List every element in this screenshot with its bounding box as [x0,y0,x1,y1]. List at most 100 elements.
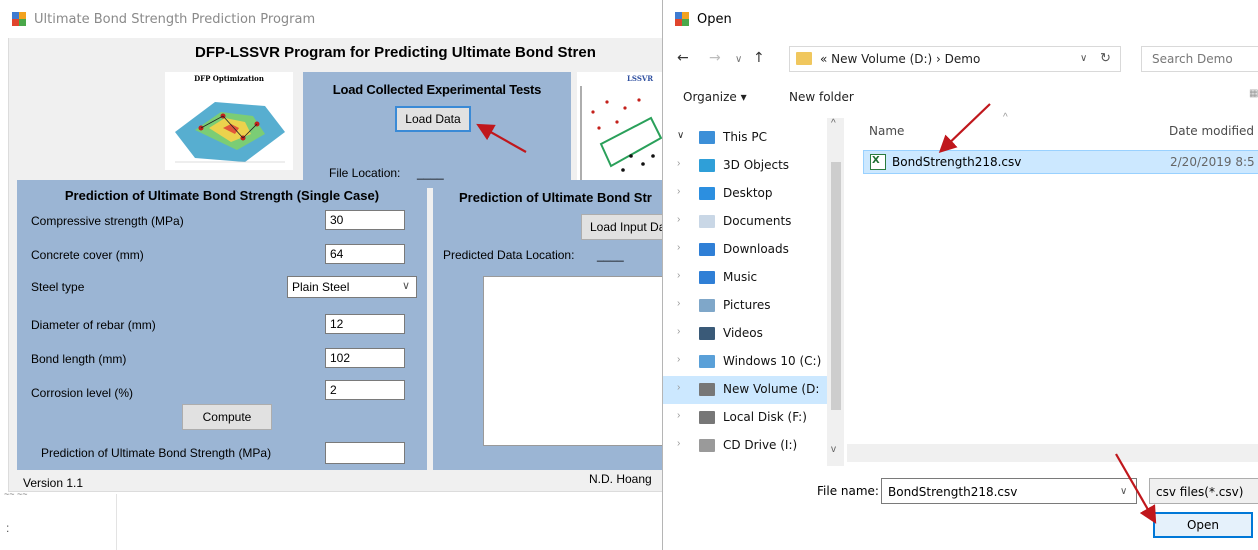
load-input-data-button[interactable]: Load Input Da [581,214,663,240]
nav-item-pictures[interactable]: › Pictures [663,292,829,320]
navigation-scrollbar[interactable]: ^ v [827,118,844,466]
column-header-name[interactable]: Name [869,124,904,138]
file-name-input[interactable]: BondStrength218.csv ∨ [881,478,1137,504]
dfp-surface-plot [175,102,285,163]
nav-item-desktop[interactable]: › Desktop [663,180,829,208]
compressive-strength-input[interactable]: 30 [325,210,405,230]
open-button[interactable]: Open [1153,512,1253,538]
file-list: ^ Name Date modified X BondStrength218.c… [849,112,1258,444]
nav-item-new-volume-d[interactable]: › New Volume (D: [663,376,829,404]
collapse-chevron-icon[interactable]: › [677,438,680,449]
scroll-up-icon[interactable]: ^ [831,118,836,129]
search-input[interactable]: Search Demo [1141,46,1258,72]
nav-item-3d-objects[interactable]: › 3D Objects [663,152,829,180]
address-bar[interactable]: « New Volume (D:) › Demo ∨ ↻ [789,46,1121,72]
dialog-titlebar[interactable]: Open [663,0,1258,40]
corrosion-level-input[interactable]: 2 [325,380,405,400]
collapse-chevron-icon[interactable]: › [677,214,680,225]
collapse-chevron-icon[interactable]: › [677,326,680,337]
nav-item-label: CD Drive (I:) [723,438,798,452]
column-header-date-modified[interactable]: Date modified [1169,124,1254,138]
corrosion-level-label: Corrosion level (%) [31,386,134,400]
collapse-chevron-icon[interactable]: › [677,186,680,197]
file-row-selected[interactable]: X BondStrength218.csv 2/20/2019 8:5 [863,150,1258,174]
drive-folder-icon [699,131,715,144]
collapse-chevron-icon[interactable]: › [677,382,680,393]
rebar-diameter-input[interactable]: 12 [325,314,405,334]
dfp-optimization-image: DFP Optimization [165,72,293,170]
collapse-chevron-icon[interactable]: › [677,354,680,365]
version-label: Version 1.1 [23,476,84,490]
drive-folder-icon [699,439,715,452]
bond-strength-app-window: Ultimate Bond Strength Prediction Progra… [0,0,663,550]
drive-folder-icon [699,187,715,200]
nav-item-music[interactable]: › Music [663,264,829,292]
scroll-down-icon[interactable]: v [831,444,836,455]
dialog-window-icon [675,12,689,26]
file-location-value: ____ [417,166,444,180]
drive-folder-icon [699,243,715,256]
collapse-chevron-icon[interactable]: › [677,158,680,169]
view-options-icon[interactable]: ▦ [1249,88,1258,102]
app-titlebar[interactable]: Ultimate Bond Strength Prediction Progra… [0,0,662,38]
prediction-output-field[interactable] [325,442,405,464]
nav-item-local-disk-f[interactable]: › Local Disk (F:) [663,404,829,432]
expand-chevron-icon[interactable]: ∨ [677,130,684,141]
concrete-cover-input[interactable]: 64 [325,244,405,264]
program-heading: DFP-LSSVR Program for Predicting Ultimat… [195,44,596,61]
search-placeholder: Search Demo [1152,52,1233,66]
folder-icon [796,52,812,65]
compute-button[interactable]: Compute [182,404,272,430]
back-arrow-icon[interactable]: ← [677,50,689,66]
drive-folder-icon [699,215,715,228]
collapse-chevron-icon[interactable]: › [677,270,680,281]
nav-item-videos[interactable]: › Videos [663,320,829,348]
nav-item-cd-drive-i[interactable]: › CD Drive (I:) [663,432,829,460]
prediction-results-textarea[interactable] [483,276,663,446]
file-name: BondStrength218.csv [892,155,1022,169]
bond-length-label: Bond length (mm) [31,352,127,366]
file-date-modified: 2/20/2019 8:5 [1170,155,1255,169]
nav-item-label: Windows 10 (C:) [723,354,822,368]
multi-case-prediction-panel: Prediction of Ultimate Bond Str Load Inp… [433,180,663,470]
file-type-value: csv files(*.csv) [1156,485,1244,499]
load-data-button[interactable]: Load Data [395,106,471,132]
file-type-select[interactable]: csv files(*.csv) [1149,478,1258,504]
nav-item-downloads[interactable]: › Downloads [663,236,829,264]
app-window-icon [12,12,26,26]
predicted-data-location-label: Predicted Data Location: [443,248,575,262]
background-window-fragment: ~~ ~~ [4,492,28,498]
collapse-chevron-icon[interactable]: › [677,410,680,421]
chevron-down-icon: ∨ [401,280,410,292]
multi-case-title: Prediction of Ultimate Bond Str [459,190,652,205]
prediction-output-label: Prediction of Ultimate Bond Strength (MP… [41,446,272,460]
concrete-cover-label: Concrete cover (mm) [31,248,144,262]
file-name-value: BondStrength218.csv [888,485,1018,499]
steel-type-value: Plain Steel [292,280,350,294]
chevron-down-icon[interactable]: ∨ [1120,486,1127,497]
collapse-chevron-icon[interactable]: › [677,242,680,253]
scrollbar-thumb[interactable] [831,162,841,410]
nav-item-label: New Volume (D: [723,382,820,396]
refresh-icon[interactable]: ↻ [1100,50,1111,66]
file-list-horizontal-scrollbar[interactable] [847,444,1258,462]
nav-item-label: Documents [723,214,792,228]
up-arrow-icon[interactable]: ↑ [753,50,765,66]
steel-type-label: Steel type [31,280,85,294]
dfp-image-caption: DFP Optimization [194,74,264,83]
new-folder-button[interactable]: New folder [789,90,854,104]
single-case-title: Prediction of Ultimate Bond Strength (Si… [64,188,380,203]
drive-folder-icon [699,383,715,396]
bond-length-input[interactable]: 102 [325,348,405,368]
author-label: N.D. Hoang [589,472,652,486]
organize-button[interactable]: Organize ▾ [683,90,747,104]
steel-type-select[interactable]: Plain Steel ∨ [287,276,417,298]
address-history-chevron-icon[interactable]: ∨ [1080,53,1087,64]
nav-item-documents[interactable]: › Documents [663,208,829,236]
collapse-chevron-icon[interactable]: › [677,298,680,309]
recent-locations-chevron-icon[interactable]: ∨ [735,54,742,65]
forward-arrow-icon[interactable]: → [709,50,721,66]
drive-folder-icon [699,271,715,284]
nav-item-windows-10-c[interactable]: › Windows 10 (C:) [663,348,829,376]
nav-item-this-pc[interactable]: ∨ This PC [663,124,829,152]
